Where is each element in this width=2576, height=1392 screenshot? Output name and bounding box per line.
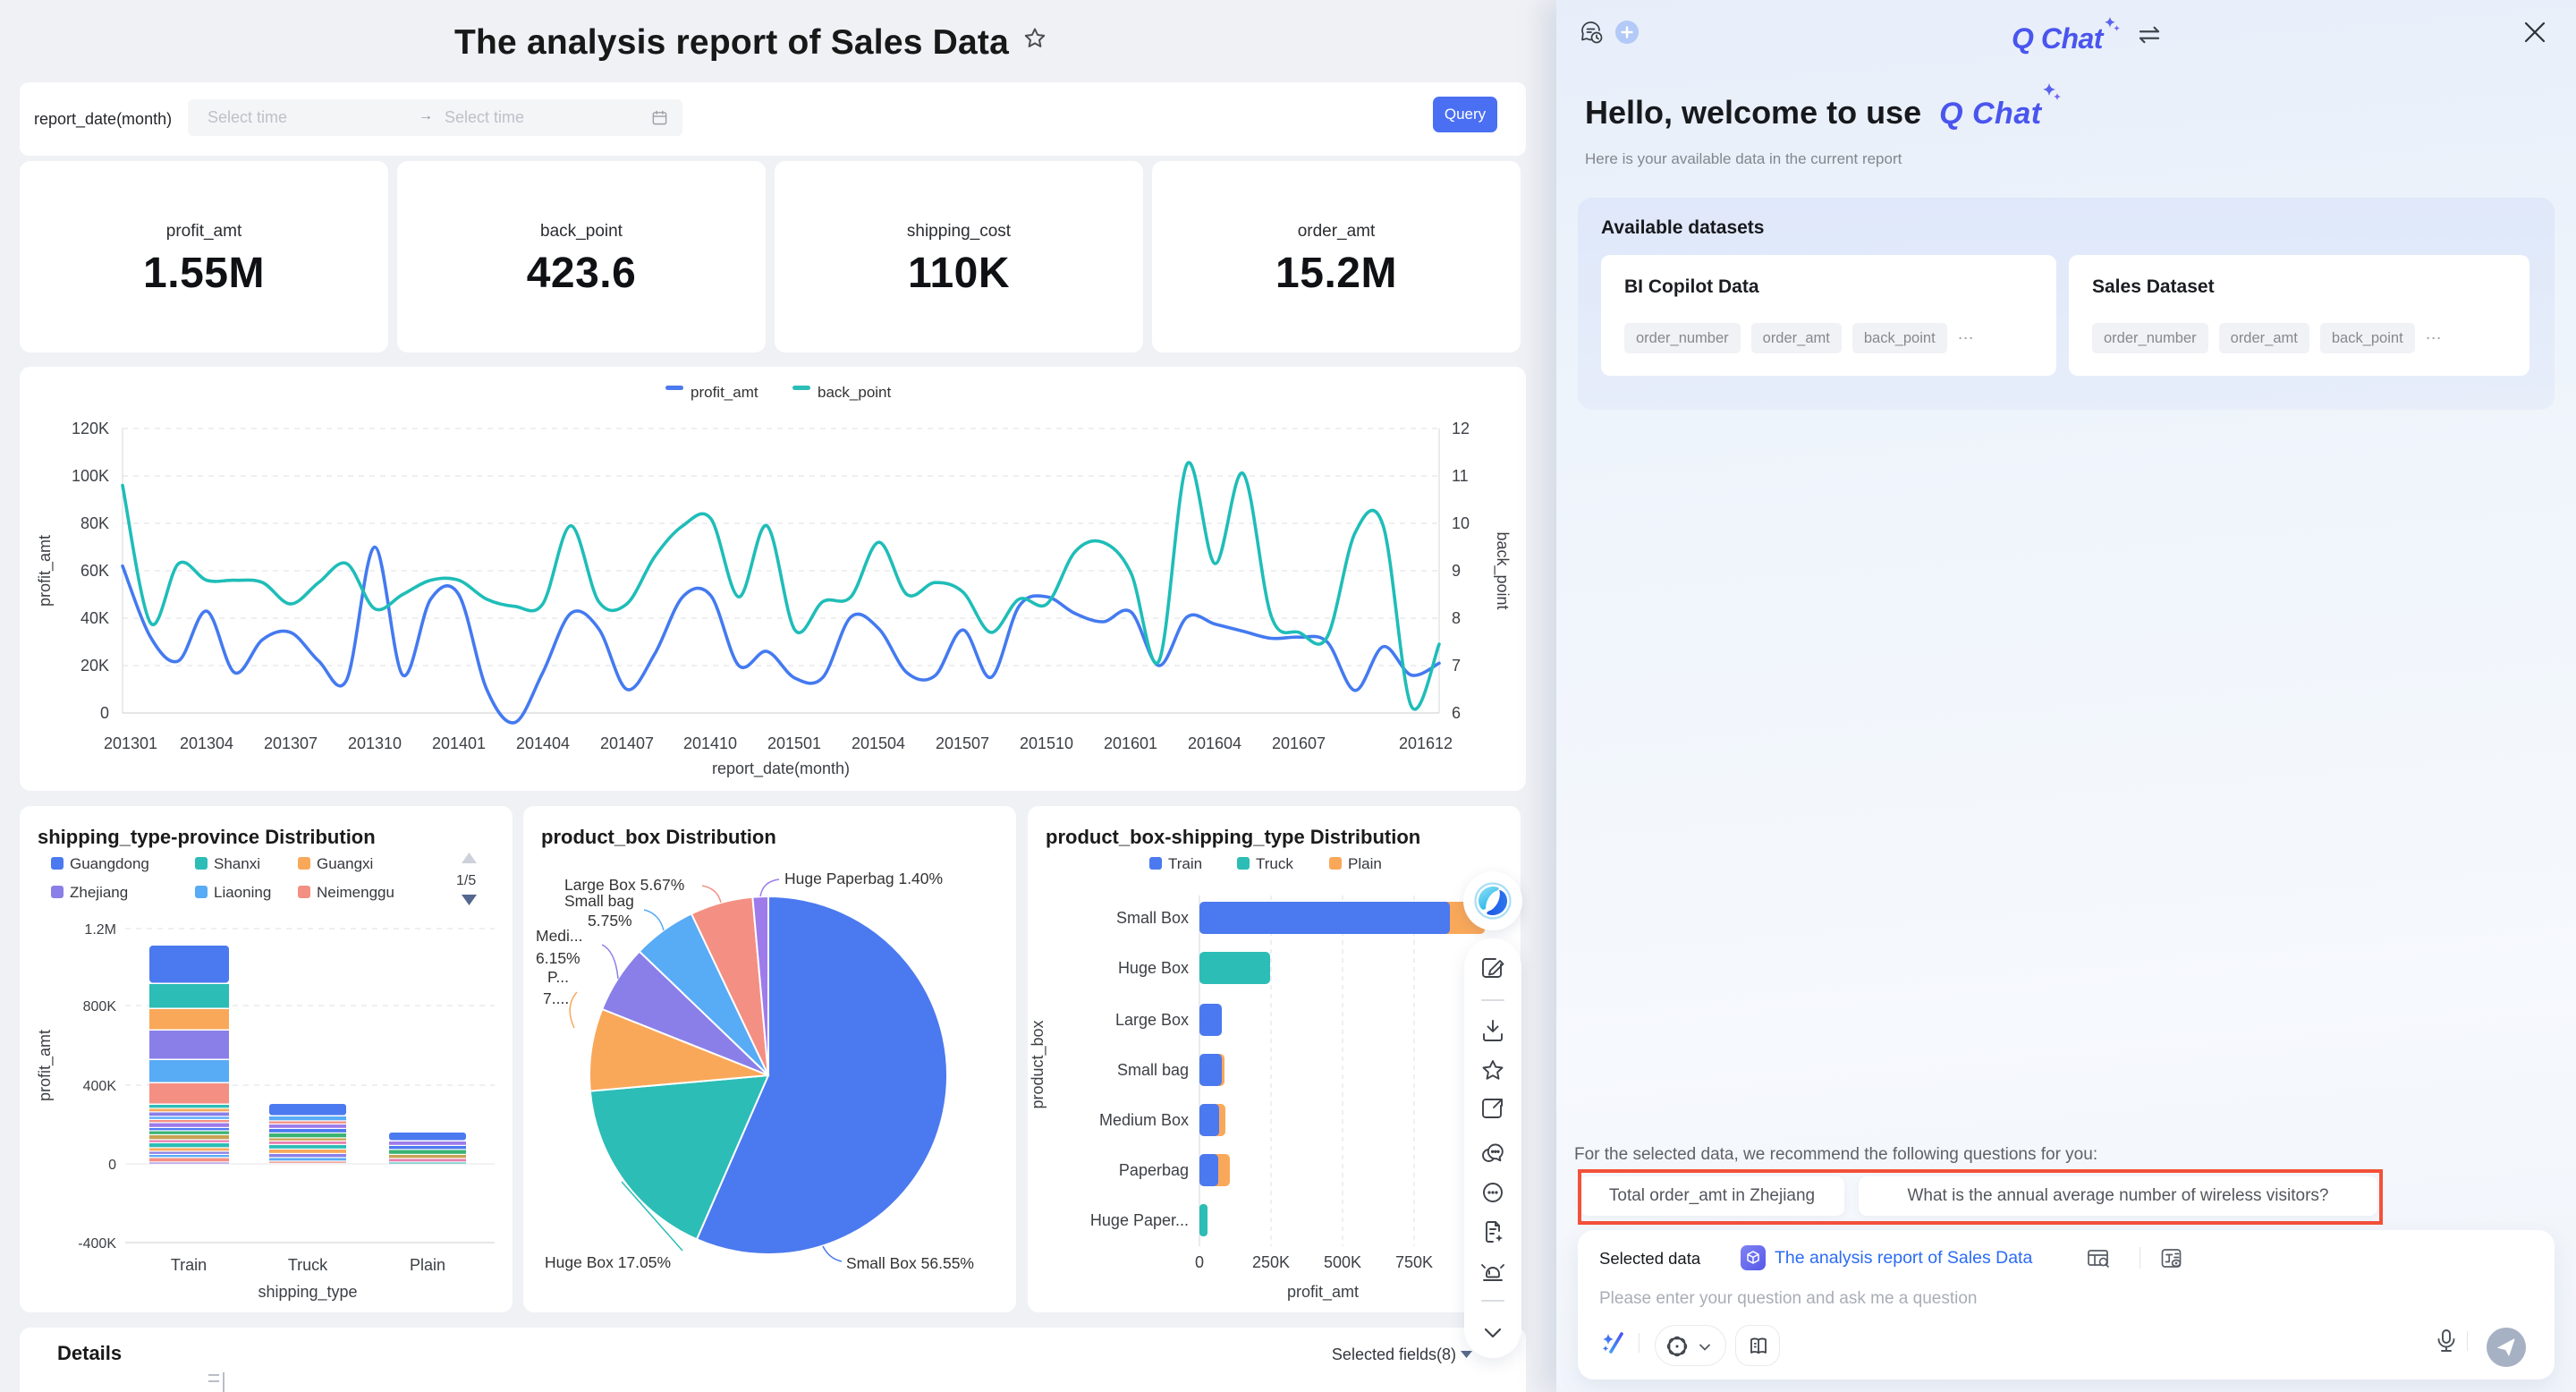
svg-text:250K: 250K — [1252, 1253, 1290, 1271]
svg-text:back_point: back_point — [1493, 531, 1512, 609]
svg-text:Small Box 56.55%: Small Box 56.55% — [846, 1254, 974, 1272]
svg-text:12: 12 — [1452, 420, 1470, 437]
svg-text:400K: 400K — [83, 1079, 117, 1094]
svg-text:201607: 201607 — [1272, 734, 1326, 752]
svg-text:-400K: -400K — [78, 1236, 116, 1252]
svg-text:201410: 201410 — [683, 734, 737, 752]
svg-text:product_box: product_box — [1029, 1020, 1047, 1108]
svg-text:201301: 201301 — [104, 734, 157, 752]
svg-text:7....: 7.... — [543, 989, 569, 1007]
svg-text:Huge Box: Huge Box — [1118, 959, 1189, 977]
svg-text:7: 7 — [1452, 657, 1461, 675]
svg-text:Plain: Plain — [1348, 855, 1382, 872]
svg-text:profit_amt: profit_amt — [691, 384, 758, 401]
svg-text:201407: 201407 — [600, 734, 654, 752]
svg-text:201601: 201601 — [1104, 734, 1157, 752]
svg-text:profit_amt: profit_amt — [36, 1030, 55, 1101]
svg-text:10: 10 — [1452, 514, 1470, 532]
svg-text:Train: Train — [171, 1256, 207, 1274]
svg-text:Huge Box 17.05%: Huge Box 17.05% — [545, 1253, 671, 1271]
svg-text:60K: 60K — [80, 562, 109, 580]
svg-text:201307: 201307 — [264, 734, 318, 752]
svg-text:Large Box 5.67%: Large Box 5.67% — [564, 876, 684, 894]
svg-text:Medi...: Medi... — [536, 927, 583, 945]
svg-text:back_point: back_point — [818, 384, 892, 401]
svg-text:201501: 201501 — [767, 734, 821, 752]
svg-text:Paperbag: Paperbag — [1119, 1161, 1189, 1179]
svg-text:800K: 800K — [83, 999, 117, 1014]
svg-text:Medium Box: Medium Box — [1099, 1111, 1189, 1129]
svg-text:201510: 201510 — [1020, 734, 1073, 752]
svg-text:Neimenggu: Neimenggu — [317, 884, 394, 901]
svg-text:500K: 500K — [1324, 1253, 1361, 1271]
svg-text:1/5: 1/5 — [456, 873, 476, 888]
svg-text:Small bag: Small bag — [564, 892, 634, 910]
svg-text:Guangxi: Guangxi — [317, 855, 373, 872]
svg-text:100K: 100K — [72, 467, 109, 485]
svg-text:0: 0 — [100, 704, 109, 722]
svg-text:201612: 201612 — [1399, 734, 1453, 752]
svg-text:Small Box: Small Box — [1116, 909, 1189, 927]
svg-text:Zhejiang: Zhejiang — [70, 884, 128, 901]
svg-text:product_box Distribution: product_box Distribution — [541, 826, 776, 848]
svg-text:shipping_type: shipping_type — [258, 1283, 357, 1302]
svg-text:profit_amt: profit_amt — [36, 535, 55, 607]
svg-text:Liaoning: Liaoning — [214, 884, 271, 901]
svg-text:201304: 201304 — [180, 734, 233, 752]
svg-text:0: 0 — [1195, 1253, 1204, 1271]
svg-text:6: 6 — [1452, 704, 1461, 722]
svg-text:profit_amt: profit_amt — [1287, 1283, 1359, 1302]
svg-text:9: 9 — [1452, 562, 1461, 580]
svg-text:0: 0 — [108, 1158, 116, 1173]
svg-text:Truck: Truck — [1256, 855, 1293, 872]
svg-text:201404: 201404 — [516, 734, 570, 752]
svg-text:201604: 201604 — [1188, 734, 1241, 752]
svg-text:shipping_type-province Distrib: shipping_type-province Distribution — [38, 826, 376, 848]
svg-text:201310: 201310 — [348, 734, 402, 752]
svg-text:6.15%: 6.15% — [536, 949, 580, 967]
svg-text:40K: 40K — [80, 609, 109, 627]
svg-text:Truck: Truck — [288, 1256, 328, 1274]
svg-text:120K: 120K — [72, 420, 109, 437]
svg-text:Guangdong: Guangdong — [70, 855, 149, 872]
svg-text:Train: Train — [1168, 855, 1202, 872]
svg-text:Huge Paper...: Huge Paper... — [1090, 1211, 1189, 1229]
svg-text:Plain: Plain — [410, 1256, 445, 1274]
svg-text:1.2M: 1.2M — [84, 922, 116, 938]
svg-text:8: 8 — [1452, 609, 1461, 627]
svg-text:201504: 201504 — [852, 734, 905, 752]
svg-text:Shanxi: Shanxi — [214, 855, 260, 872]
svg-text:11: 11 — [1452, 467, 1469, 485]
svg-text:201507: 201507 — [936, 734, 989, 752]
svg-text:5.75%: 5.75% — [588, 912, 632, 929]
svg-text:20K: 20K — [80, 657, 109, 675]
svg-text:P...: P... — [547, 968, 569, 986]
svg-text:80K: 80K — [80, 514, 109, 532]
svg-text:201401: 201401 — [432, 734, 486, 752]
svg-text:report_date(month): report_date(month) — [712, 760, 850, 778]
svg-text:Huge Paperbag 1.40%: Huge Paperbag 1.40% — [784, 870, 943, 887]
svg-text:Small bag: Small bag — [1117, 1061, 1189, 1079]
svg-text:750K: 750K — [1395, 1253, 1433, 1271]
svg-text:Large Box: Large Box — [1115, 1011, 1189, 1029]
svg-text:product_box-shipping_type Dist: product_box-shipping_type Distribution — [1046, 826, 1420, 848]
